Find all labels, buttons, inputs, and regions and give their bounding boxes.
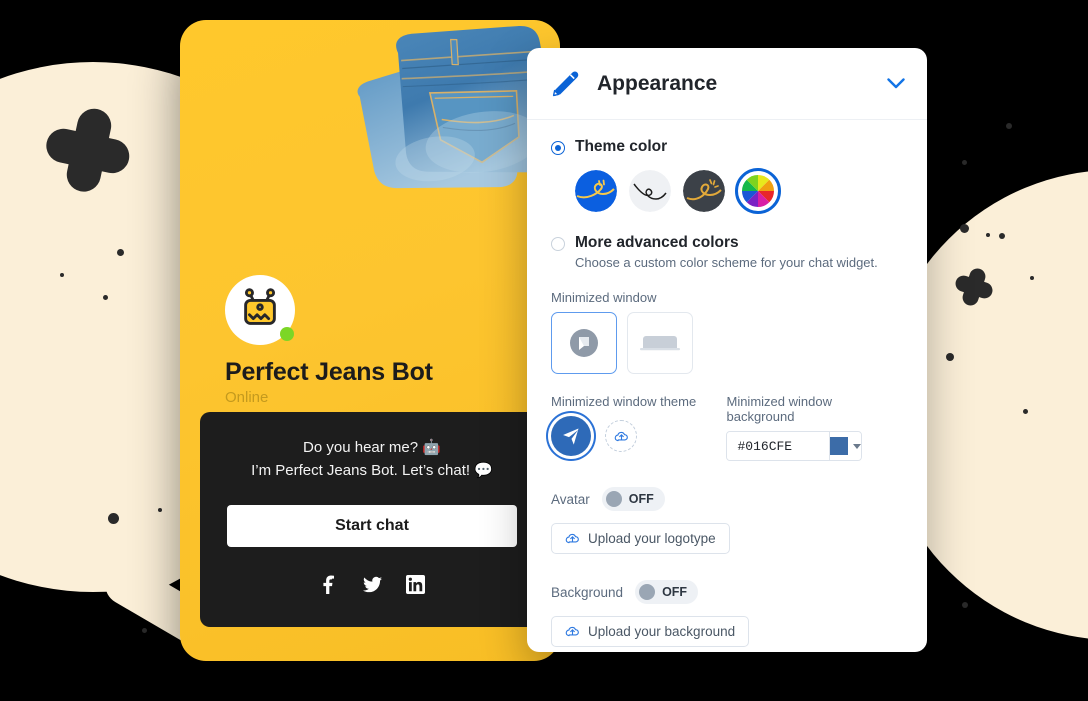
color-chip bbox=[830, 437, 849, 455]
minimized-window-block: Minimized window bbox=[551, 290, 903, 374]
social-links bbox=[200, 575, 544, 594]
chat-bubble-icon bbox=[570, 329, 598, 357]
twitter-icon[interactable] bbox=[362, 575, 382, 594]
dot-decoration bbox=[986, 233, 990, 237]
greeting-line-2: I’m Perfect Jeans Bot. Let’s chat! 💬 bbox=[251, 462, 493, 479]
caret-down-icon bbox=[853, 443, 862, 449]
color-hex-input[interactable] bbox=[727, 432, 830, 460]
appearance-settings-panel: Appearance Theme color More advanced col… bbox=[527, 48, 927, 652]
toggle-knob bbox=[605, 491, 622, 507]
cloud-upload-icon bbox=[565, 626, 579, 637]
advanced-colors-block: More advanced colors Choose a custom col… bbox=[551, 234, 903, 270]
swatch-rainbow[interactable] bbox=[735, 168, 781, 214]
dot-decoration bbox=[60, 273, 64, 277]
cloud-upload-icon bbox=[565, 533, 579, 544]
dot-decoration bbox=[142, 628, 147, 633]
minimized-window-background-block: Minimized window background bbox=[726, 394, 903, 461]
dot-decoration bbox=[108, 513, 119, 524]
greeting-line-1: Do you hear me? 🤖 bbox=[303, 439, 441, 456]
swatch-dark[interactable] bbox=[683, 170, 725, 212]
dot-decoration bbox=[1030, 276, 1034, 280]
chat-intro-card: Do you hear me? 🤖 I’m Perfect Jeans Bot.… bbox=[200, 412, 544, 627]
dot-decoration bbox=[1006, 123, 1012, 129]
minimized-window-background-label: Minimized window background bbox=[726, 394, 832, 424]
status-badge: Online bbox=[225, 389, 269, 406]
avatar-toggle-row: Avatar OFF bbox=[551, 487, 903, 511]
facebook-icon[interactable] bbox=[320, 575, 339, 594]
theme-color-swatches bbox=[575, 168, 903, 214]
advanced-colors-radio[interactable] bbox=[551, 237, 565, 251]
screenshot-root: Perfect Jeans Bot Online Do you hear me?… bbox=[0, 0, 1088, 701]
theme-color-option[interactable]: Theme color bbox=[551, 138, 903, 156]
panel-header: Appearance bbox=[527, 48, 927, 120]
upload-logotype-label: Upload your logotype bbox=[588, 531, 716, 546]
swatch-blue[interactable] bbox=[575, 170, 617, 212]
online-status-dot bbox=[280, 327, 294, 341]
advanced-colors-description: Choose a custom color scheme for your ch… bbox=[575, 255, 878, 270]
cloud-upload-icon bbox=[614, 431, 628, 441]
minwin-bubble-option[interactable] bbox=[551, 312, 617, 374]
background-toggle[interactable]: OFF bbox=[635, 580, 699, 604]
theme-upload-option[interactable] bbox=[605, 420, 637, 452]
minimized-window-theme-block: Minimized window theme bbox=[551, 394, 726, 461]
background-label: Background bbox=[551, 584, 624, 600]
upload-background-button[interactable]: Upload your background bbox=[551, 616, 750, 647]
page-title: Perfect Jeans Bot bbox=[225, 358, 433, 386]
theme-send-option[interactable] bbox=[551, 416, 591, 456]
panel-title: Appearance bbox=[597, 71, 718, 95]
swatch-light[interactable] bbox=[629, 170, 671, 212]
minimized-theme-and-background-row: Minimized window theme Minimized window … bbox=[551, 394, 903, 461]
avatar bbox=[225, 275, 295, 345]
background-toggle-row: Background OFF bbox=[551, 580, 903, 604]
cross-decoration-left bbox=[38, 100, 138, 200]
upload-background-label: Upload your background bbox=[588, 624, 736, 639]
pencil-icon bbox=[552, 71, 579, 96]
toggle-knob bbox=[639, 584, 656, 600]
dot-decoration bbox=[1023, 409, 1028, 414]
robot-avatar-icon bbox=[244, 288, 276, 325]
color-input-group bbox=[726, 431, 863, 461]
minwin-bar-option[interactable] bbox=[627, 312, 693, 374]
panel-body: Theme color More advanced colors Choose … bbox=[527, 120, 927, 647]
advanced-colors-label: More advanced colors bbox=[575, 234, 739, 251]
dot-decoration bbox=[999, 233, 1005, 239]
linkedin-icon[interactable] bbox=[405, 575, 425, 594]
theme-color-label: Theme color bbox=[575, 138, 668, 155]
minimized-window-options bbox=[551, 312, 903, 374]
dot-decoration bbox=[103, 295, 108, 300]
bar-widget-icon bbox=[640, 336, 680, 351]
dot-decoration bbox=[962, 602, 968, 608]
dot-decoration bbox=[962, 160, 967, 165]
dot-decoration bbox=[946, 353, 954, 361]
avatar-label: Avatar bbox=[551, 491, 590, 507]
background-toggle-state: OFF bbox=[662, 585, 688, 599]
minimized-window-theme-label: Minimized window theme bbox=[551, 394, 697, 409]
dot-decoration bbox=[158, 508, 162, 512]
send-plane-icon bbox=[563, 428, 579, 445]
chat-widget-preview: Perfect Jeans Bot Online Do you hear me?… bbox=[180, 20, 560, 661]
start-chat-button[interactable]: Start chat bbox=[227, 505, 517, 547]
theme-color-radio[interactable] bbox=[551, 141, 565, 155]
avatar-toggle[interactable]: OFF bbox=[601, 487, 665, 511]
upload-logotype-button[interactable]: Upload your logotype bbox=[551, 523, 730, 554]
advanced-colors-option[interactable]: More advanced colors bbox=[551, 234, 903, 252]
dot-decoration bbox=[117, 249, 124, 256]
minimized-window-theme-options bbox=[551, 416, 726, 456]
color-swatch-dropdown-button[interactable] bbox=[829, 432, 862, 460]
chevron-down-icon[interactable] bbox=[887, 78, 905, 89]
dot-decoration bbox=[960, 224, 969, 233]
avatar-toggle-state: OFF bbox=[628, 492, 654, 506]
minimized-window-label: Minimized window bbox=[551, 290, 657, 305]
